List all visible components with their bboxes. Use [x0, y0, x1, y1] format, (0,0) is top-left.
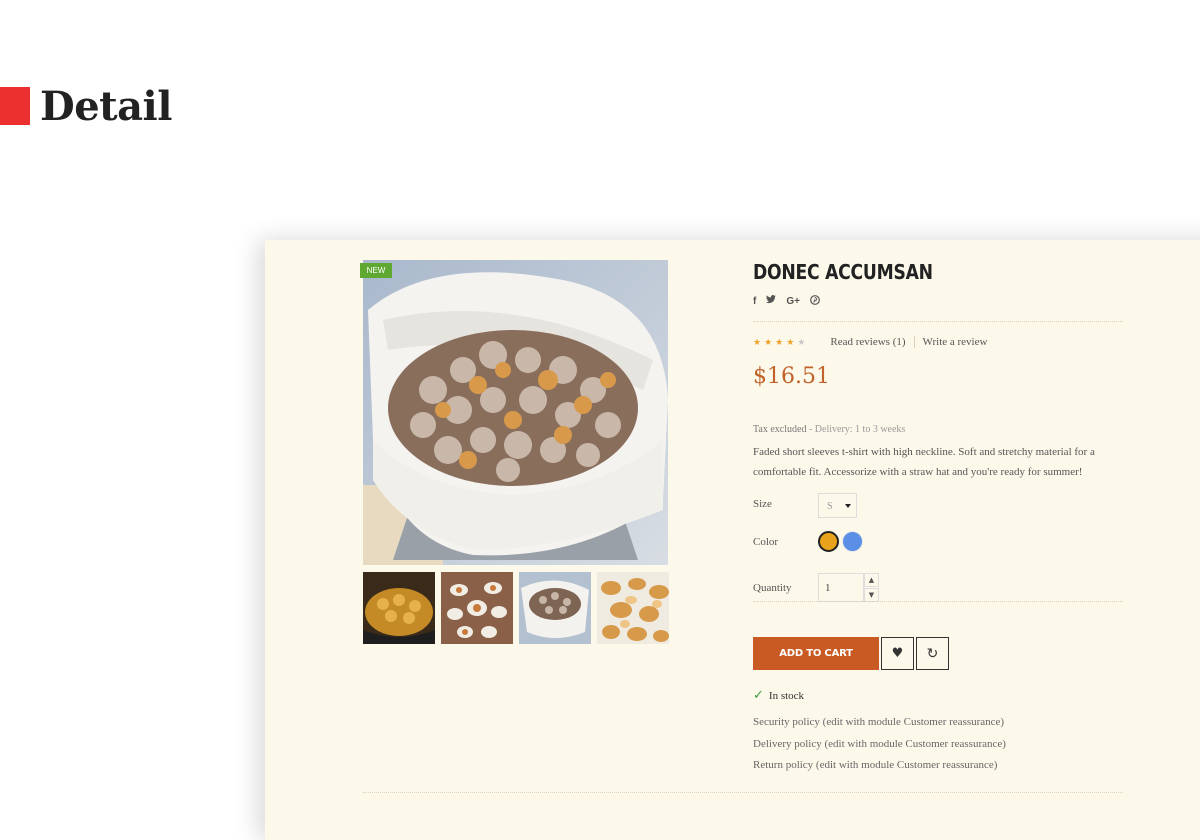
page-title: Detail — [40, 82, 172, 130]
star-icon: ★ — [753, 336, 762, 347]
color-swatch-orange[interactable] — [818, 531, 839, 552]
rating-divider — [913, 336, 915, 348]
delivery-label: - Delivery: 1 to 3 weeks — [806, 424, 906, 435]
product-description: Faded short sleeves t-shirt with high ne… — [753, 446, 1095, 478]
refresh-icon: ↻ — [926, 645, 939, 662]
product-main-image[interactable] — [363, 260, 668, 565]
heading-accent-block — [0, 87, 30, 125]
info-divider-bottom — [753, 601, 1123, 602]
security-policy-item: Security policy (edit with module Custom… — [753, 716, 1005, 728]
google-plus-icon[interactable]: G+ — [786, 296, 800, 307]
thumbnail-4[interactable] — [597, 572, 669, 644]
check-icon: ✓ — [753, 688, 764, 703]
add-to-cart-button[interactable]: ADD TO CART — [753, 637, 879, 670]
info-divider-top — [753, 321, 1123, 322]
quantity-decrease-icon[interactable]: ▼ — [864, 588, 879, 602]
thumbnail-strip — [363, 572, 669, 644]
return-policy-item: Return policy (edit with module Customer… — [753, 759, 998, 771]
write-review-link[interactable]: Write a review — [923, 336, 988, 348]
social-share: f G+ — [753, 294, 1123, 308]
tax-delivery-info: Tax excluded - Delivery: 1 to 3 weeks — [753, 424, 905, 435]
new-badge: NEW — [360, 263, 392, 278]
quantity-input[interactable]: 1 — [818, 573, 864, 602]
product-detail-card: NEW DONEC ACCUMSAN f G+ ★ ★ ★ ★ ★ Read r… — [265, 240, 1200, 840]
product-info: DONEC ACCUMSAN f G+ ★ ★ ★ ★ ★ Read revie… — [753, 260, 1123, 771]
thumb-nuts-bowl-image — [363, 572, 435, 644]
wishlist-button[interactable]: ♥ — [881, 637, 914, 670]
star-rating: ★ ★ ★ ★ ★ — [753, 337, 805, 348]
quantity-increase-icon[interactable]: ▲ — [864, 573, 879, 587]
pinterest-icon[interactable] — [810, 294, 820, 308]
page-heading: Detail — [0, 82, 172, 130]
tax-label: Tax excluded — [753, 424, 807, 435]
star-icon: ★ — [775, 336, 784, 347]
star-empty-icon: ★ — [797, 336, 806, 347]
quantity-label: Quantity — [753, 582, 792, 594]
product-price: $16.51 — [753, 364, 830, 389]
reassurance-list: Security policy (edit with module Custom… — [753, 716, 1006, 781]
twitter-icon[interactable] — [766, 295, 777, 307]
star-icon: ★ — [786, 336, 795, 347]
caret-down-icon — [845, 504, 851, 508]
color-swatch-blue[interactable] — [842, 531, 863, 552]
compare-button[interactable]: ↻ — [916, 637, 949, 670]
size-value: S — [827, 501, 833, 512]
heart-icon: ♥ — [891, 646, 904, 661]
thumbnail-2[interactable] — [441, 572, 513, 644]
stock-status: ✓ In stock — [753, 688, 804, 703]
thumb-mixed-nuts-image — [597, 572, 669, 644]
star-icon: ★ — [764, 336, 773, 347]
thumb-spoons-image — [441, 572, 513, 644]
stock-label: In stock — [768, 689, 805, 702]
size-select[interactable]: S — [818, 493, 857, 518]
facebook-icon[interactable]: f — [753, 296, 756, 307]
read-reviews-link[interactable]: Read reviews (1) — [830, 336, 905, 348]
card-bottom-divider — [363, 792, 1123, 793]
rating-row: ★ ★ ★ ★ ★ Read reviews (1) Write a revie… — [753, 336, 987, 348]
thumbnail-1[interactable] — [363, 572, 435, 644]
delivery-policy-item: Delivery policy (edit with module Custom… — [753, 737, 1006, 750]
snack-bowl-photo — [363, 260, 668, 565]
size-label: Size — [753, 498, 772, 510]
color-label: Color — [753, 536, 779, 548]
product-title: DONEC ACCUMSAN — [753, 260, 933, 284]
thumb-snack-cone-image — [519, 572, 591, 644]
thumbnail-3[interactable] — [519, 572, 591, 644]
